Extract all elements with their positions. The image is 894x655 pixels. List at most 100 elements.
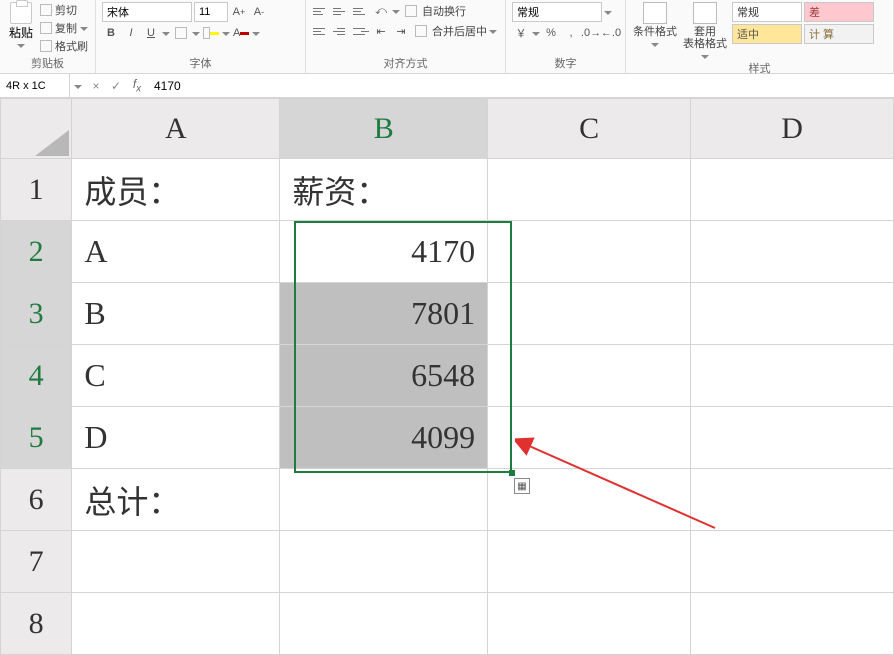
italic-button[interactable]: I <box>122 24 140 42</box>
sheet-table[interactable]: A B C D 1 成员： 薪资： 2 A 4170 3 B 7801 4 C … <box>0 98 894 655</box>
cell-a7[interactable] <box>72 531 280 593</box>
copy-button[interactable]: 复制 <box>40 20 88 36</box>
align-bottom-button[interactable] <box>352 2 370 20</box>
cell-a1[interactable]: 成员： <box>72 159 280 221</box>
format-painter-button[interactable]: 格式刷 <box>40 38 88 54</box>
align-left-button[interactable] <box>312 22 330 40</box>
increase-font-button[interactable]: A+ <box>230 3 248 21</box>
font-name-select[interactable] <box>102 2 192 22</box>
row-header-6[interactable]: 6 <box>1 469 72 531</box>
select-all-corner[interactable] <box>1 99 72 159</box>
cell-style-normal[interactable]: 常规 <box>732 2 802 22</box>
formula-cancel-button[interactable]: × <box>86 79 106 93</box>
cell-b3[interactable]: 7801 <box>280 283 488 345</box>
increase-indent-button[interactable]: ⇥ <box>392 22 410 40</box>
scissors-icon <box>40 4 52 16</box>
chevron-down-icon <box>162 29 170 37</box>
chevron-down-icon <box>489 27 497 35</box>
align-bottom-icon <box>353 4 369 18</box>
cell-style-bad[interactable]: 差 <box>804 2 874 22</box>
cell-a8[interactable] <box>72 593 280 655</box>
font-color-button[interactable]: A <box>232 24 250 42</box>
row-header-2[interactable]: 2 <box>1 221 72 283</box>
cut-button[interactable]: 剪切 <box>40 2 88 18</box>
decrease-font-button[interactable]: A- <box>250 3 268 21</box>
cell-b4[interactable]: 6548 <box>280 345 488 407</box>
comma-button[interactable]: , <box>562 24 580 42</box>
cell-c4[interactable] <box>488 345 691 407</box>
group-alignment: ⤺ 自动换行 ⇤ ⇥ 合并后居中 对齐方式 <box>306 0 506 73</box>
currency-button[interactable]: ￥ <box>512 24 530 42</box>
cell-d2[interactable] <box>691 221 894 283</box>
cell-c3[interactable] <box>488 283 691 345</box>
cell-c1[interactable] <box>488 159 691 221</box>
cell-c2[interactable] <box>488 221 691 283</box>
font-size-select[interactable] <box>194 2 228 22</box>
format-painter-label: 格式刷 <box>55 38 88 54</box>
cell-d1[interactable] <box>691 159 894 221</box>
cell-c7[interactable] <box>488 531 691 593</box>
align-right-icon <box>353 24 369 38</box>
bold-button[interactable]: B <box>102 24 120 42</box>
cell-c8[interactable] <box>488 593 691 655</box>
underline-button[interactable]: U <box>142 24 160 42</box>
row-header-4[interactable]: 4 <box>1 345 72 407</box>
cell-d5[interactable] <box>691 407 894 469</box>
cell-a5[interactable]: D <box>72 407 280 469</box>
cell-a4[interactable]: C <box>72 345 280 407</box>
cell-b2[interactable]: 4170 <box>280 221 488 283</box>
quick-analysis-button[interactable]: ▦ <box>514 478 530 494</box>
merge-center-button[interactable] <box>412 22 430 40</box>
row-header-5[interactable]: 5 <box>1 407 72 469</box>
cell-d7[interactable] <box>691 531 894 593</box>
cell-b8[interactable] <box>280 593 488 655</box>
fill-handle[interactable] <box>509 470 515 476</box>
align-center-button[interactable] <box>332 22 350 40</box>
align-middle-button[interactable] <box>332 2 350 20</box>
decrease-indent-button[interactable]: ⇤ <box>372 22 390 40</box>
column-header-c[interactable]: C <box>488 99 691 159</box>
row-header-1[interactable]: 1 <box>1 159 72 221</box>
row-header-7[interactable]: 7 <box>1 531 72 593</box>
fill-color-button[interactable] <box>202 24 220 42</box>
row-header-3[interactable]: 3 <box>1 283 72 345</box>
style-good-label: 适中 <box>737 26 759 42</box>
cell-c5[interactable] <box>488 407 691 469</box>
chevron-down-icon[interactable] <box>74 82 82 90</box>
align-top-button[interactable] <box>312 2 330 20</box>
row-header-8[interactable]: 8 <box>1 593 72 655</box>
cell-b5[interactable]: 4099 <box>280 407 488 469</box>
cell-a2[interactable]: A <box>72 221 280 283</box>
format-as-table-button[interactable]: 套用 表格格式 <box>682 2 728 60</box>
decrease-decimal-button[interactable]: ←.0 <box>602 24 620 42</box>
column-header-b[interactable]: B <box>280 99 488 159</box>
cell-style-calc[interactable]: 计 算 <box>804 24 874 44</box>
fx-icon[interactable]: fx <box>126 77 148 94</box>
brush-icon <box>40 40 52 52</box>
column-header-a[interactable]: A <box>72 99 280 159</box>
conditional-format-button[interactable]: 条件格式 <box>632 2 678 48</box>
orientation-button[interactable]: ⤺ <box>372 2 390 20</box>
number-format-select[interactable] <box>512 2 602 22</box>
cell-b6[interactable] <box>280 469 488 531</box>
wrap-text-button[interactable] <box>402 2 420 20</box>
formula-confirm-button[interactable]: ✓ <box>106 79 126 93</box>
cell-style-good[interactable]: 适中 <box>732 24 802 44</box>
formula-input[interactable] <box>148 74 894 97</box>
paste-button[interactable]: 粘贴 <box>6 2 36 49</box>
cell-d4[interactable] <box>691 345 894 407</box>
cell-b7[interactable] <box>280 531 488 593</box>
cell-a6[interactable]: 总计： <box>72 469 280 531</box>
cell-d6[interactable] <box>691 469 894 531</box>
border-button[interactable] <box>172 24 190 42</box>
cell-a3[interactable]: B <box>72 283 280 345</box>
cell-d3[interactable] <box>691 283 894 345</box>
name-box[interactable] <box>0 74 70 97</box>
align-right-button[interactable] <box>352 22 370 40</box>
percent-button[interactable]: % <box>542 24 560 42</box>
merge-icon <box>415 25 427 37</box>
cell-b1[interactable]: 薪资： <box>280 159 488 221</box>
increase-decimal-button[interactable]: .0→ <box>582 24 600 42</box>
cell-d8[interactable] <box>691 593 894 655</box>
column-header-d[interactable]: D <box>691 99 894 159</box>
